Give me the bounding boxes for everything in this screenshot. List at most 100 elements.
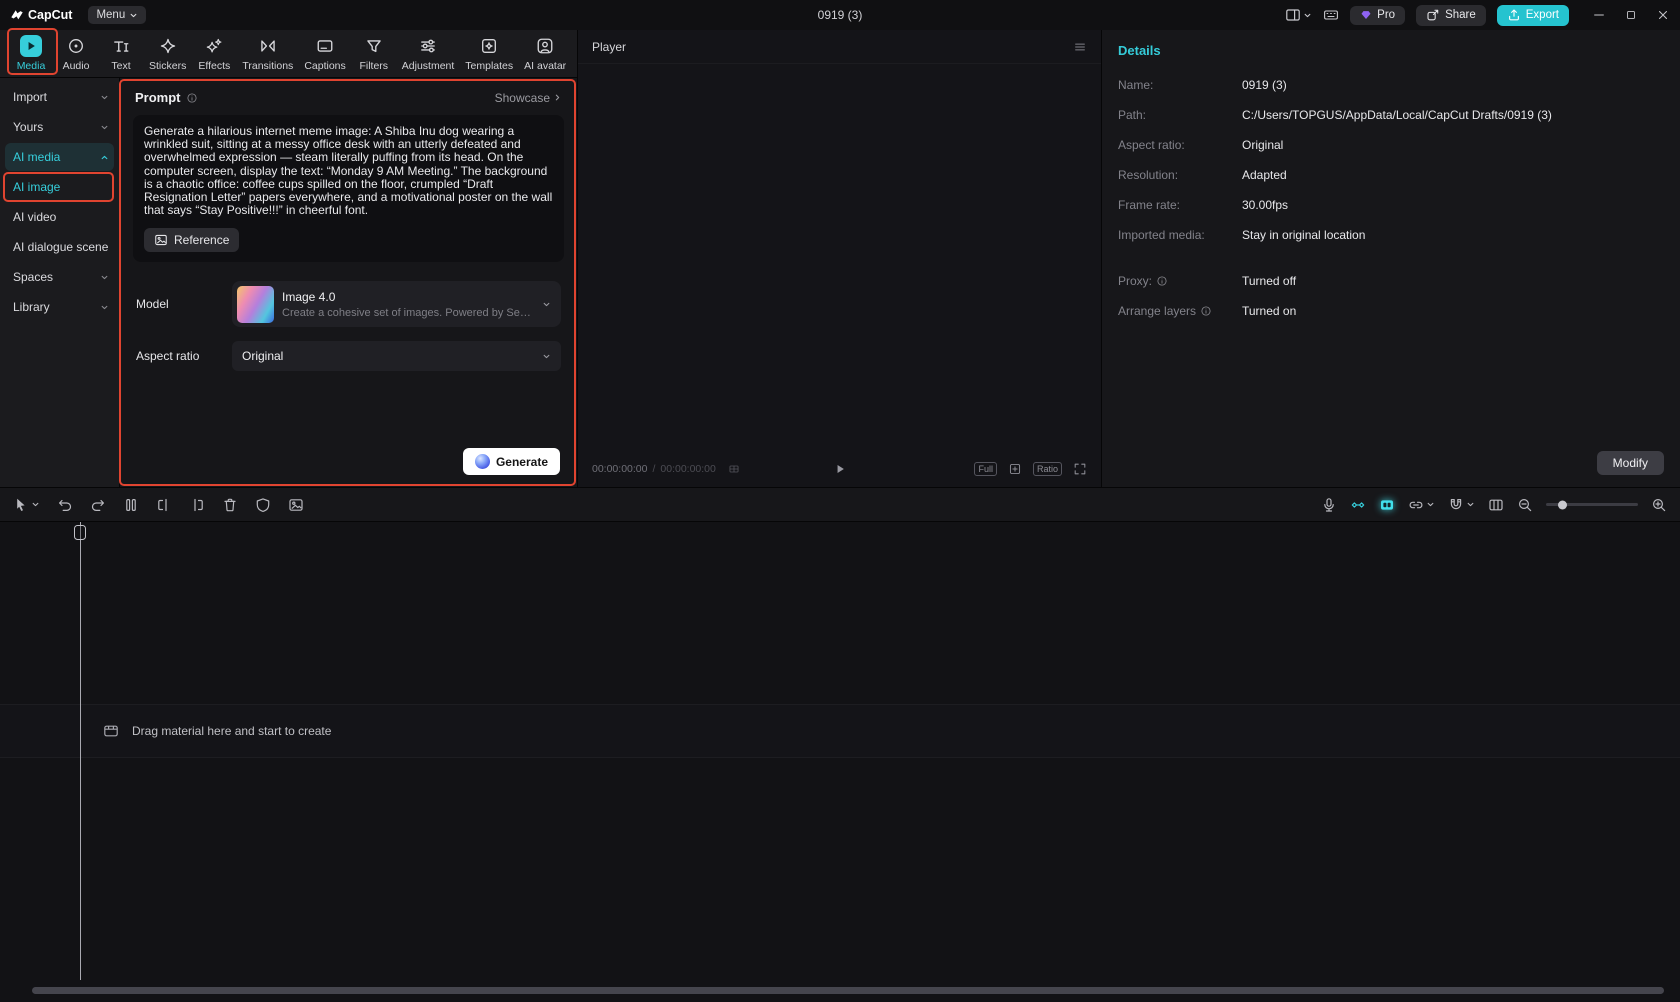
detail-row-resolution: Resolution: Adapted: [1102, 160, 1680, 190]
timecode-divider: /: [652, 463, 655, 475]
player-menu-button[interactable]: [1073, 40, 1087, 54]
focus-button[interactable]: [1008, 462, 1022, 476]
player-panel: Player 00:00:00:00 / 00:00:00:00 Full Ra…: [578, 30, 1101, 487]
zoom-out-button[interactable]: [1517, 497, 1533, 513]
prompt-textarea[interactable]: Generate a hilarious internet meme image…: [133, 115, 564, 262]
media-icon: [20, 35, 42, 57]
gem-icon: [1360, 9, 1372, 21]
detail-row-frame-rate: Frame rate: 30.00fps: [1102, 190, 1680, 220]
tab-ai-avatar[interactable]: AI avatar: [519, 32, 571, 75]
tab-label: Text: [111, 60, 130, 72]
sidebar-item-import[interactable]: Import: [0, 82, 119, 112]
frame-grid-icon[interactable]: [728, 463, 740, 475]
split-icon: [123, 497, 139, 513]
horizontal-scrollbar[interactable]: [32, 987, 1664, 994]
chevron-down-icon: [1303, 11, 1312, 20]
pro-badge[interactable]: Pro: [1350, 6, 1405, 25]
generate-button[interactable]: Generate: [463, 448, 560, 475]
ratio-badge[interactable]: Ratio: [1033, 462, 1062, 476]
showcase-link[interactable]: Showcase: [495, 91, 562, 105]
play-button[interactable]: [833, 462, 847, 476]
maximize-button[interactable]: [1625, 9, 1637, 21]
info-icon[interactable]: [186, 92, 198, 104]
chevron-down-icon: [542, 352, 551, 361]
still-frame-button[interactable]: [288, 497, 304, 513]
preview-quality-button[interactable]: [1488, 497, 1504, 513]
maximize-icon: [1625, 9, 1637, 21]
export-button[interactable]: Export: [1497, 5, 1569, 26]
sidebar-item-ai-media[interactable]: AI media: [5, 143, 114, 171]
mic-icon: [1321, 497, 1337, 513]
delete-left-button[interactable]: [156, 497, 172, 513]
tab-media[interactable]: Media: [9, 32, 53, 75]
audio-icon: [65, 35, 87, 57]
fullscreen-button[interactable]: [1073, 462, 1087, 476]
sidebar-item-yours[interactable]: Yours: [0, 112, 119, 142]
undo-button[interactable]: [57, 497, 73, 513]
auto-ripple-button[interactable]: [1379, 497, 1395, 513]
detail-label: Aspect ratio:: [1118, 138, 1242, 152]
generate-sphere-icon: [475, 454, 490, 469]
timeline[interactable]: Drag material here and start to create: [0, 522, 1680, 1002]
sidebar-item-library[interactable]: Library: [0, 292, 119, 322]
details-title: Details: [1102, 30, 1680, 70]
link-clips-button[interactable]: [1408, 497, 1435, 513]
menu-button[interactable]: Menu: [88, 6, 146, 24]
share-button[interactable]: Share: [1416, 5, 1486, 26]
split-button[interactable]: [123, 497, 139, 513]
tab-text[interactable]: Text: [99, 32, 143, 75]
tab-audio[interactable]: Audio: [54, 32, 98, 75]
info-icon[interactable]: [1156, 275, 1168, 287]
layout-switch-button[interactable]: [1285, 7, 1312, 23]
close-button[interactable]: [1656, 8, 1670, 22]
delete-button[interactable]: [222, 497, 238, 513]
window-controls: [1592, 8, 1670, 22]
filmstrip-icon: [1488, 497, 1504, 513]
reference-button[interactable]: Reference: [144, 228, 239, 252]
redo-button[interactable]: [90, 497, 106, 513]
sidebar-item-ai-dialogue-scene[interactable]: AI dialogue scene: [0, 232, 119, 262]
prompt-label: Prompt: [135, 90, 198, 105]
keyframe-button[interactable]: [1350, 497, 1366, 513]
shortcuts-button[interactable]: [1323, 7, 1339, 23]
aspect-ratio-row: Aspect ratio Original: [136, 341, 561, 371]
pro-label: Pro: [1377, 9, 1395, 21]
playhead-line[interactable]: [80, 522, 81, 980]
full-quality-badge[interactable]: Full: [974, 462, 997, 476]
tab-effects[interactable]: Effects: [192, 32, 236, 75]
zoom-in-button[interactable]: [1651, 497, 1667, 513]
modify-button[interactable]: Modify: [1597, 451, 1664, 475]
delete-right-button[interactable]: [189, 497, 205, 513]
timecode-total: 00:00:00:00: [660, 463, 715, 475]
aspect-ratio-dropdown[interactable]: Original: [232, 341, 561, 371]
chevron-right-icon: [553, 93, 562, 102]
capcut-logo: CapCut: [10, 8, 72, 22]
tab-filters[interactable]: Filters: [352, 32, 396, 75]
minimize-button[interactable]: [1592, 8, 1606, 22]
reference-label: Reference: [174, 233, 229, 247]
tab-stickers[interactable]: Stickers: [144, 32, 191, 75]
filters-icon: [363, 35, 385, 57]
prompt-text[interactable]: Generate a hilarious internet meme image…: [144, 125, 553, 217]
sidebar-item-ai-image[interactable]: AI image: [0, 172, 119, 202]
tab-adjustment[interactable]: Adjustment: [397, 32, 460, 75]
sidebar-item-ai-video[interactable]: AI video: [0, 202, 119, 232]
select-tool-button[interactable]: [13, 497, 40, 513]
mask-button[interactable]: [255, 497, 271, 513]
playhead-handle[interactable]: [74, 525, 86, 540]
model-description: Create a cohesive set of images. Powered…: [282, 307, 534, 319]
model-dropdown[interactable]: Image 4.0 Create a cohesive set of image…: [232, 281, 561, 327]
sidebar-item-spaces[interactable]: Spaces: [0, 262, 119, 292]
prompt-label-text: Prompt: [135, 90, 181, 105]
tab-captions[interactable]: Captions: [299, 32, 350, 75]
zoom-slider[interactable]: [1546, 503, 1638, 506]
timeline-drop-zone[interactable]: Drag material here and start to create: [0, 704, 1680, 758]
zoom-slider-knob[interactable]: [1558, 500, 1567, 509]
tab-transitions[interactable]: Transitions: [237, 32, 298, 75]
snap-button[interactable]: [1448, 497, 1475, 513]
details-panel: Details Name: 0919 (3) Path: C:/Users/TO…: [1102, 30, 1680, 487]
play-icon: [833, 462, 847, 476]
record-voiceover-button[interactable]: [1321, 497, 1337, 513]
info-icon[interactable]: [1200, 305, 1212, 317]
tab-templates[interactable]: Templates: [460, 32, 518, 75]
